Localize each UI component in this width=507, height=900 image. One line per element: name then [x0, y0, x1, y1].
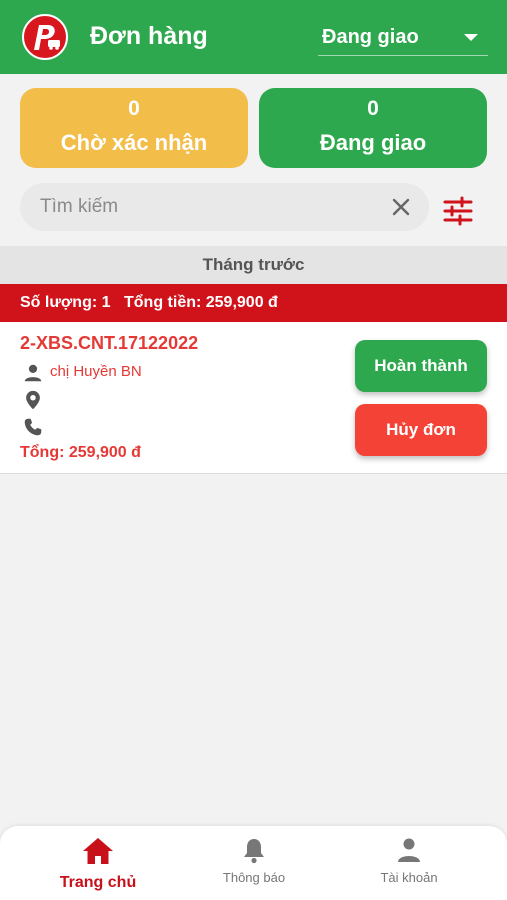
- bell-icon: [244, 839, 264, 864]
- month-section-header: Tháng trước: [0, 246, 507, 284]
- bottom-tab-bar: Trang chủ Thông báo Tài khoản: [0, 826, 507, 900]
- search-placeholder: Tìm kiếm: [40, 196, 119, 217]
- shipping-count: 0: [367, 97, 379, 120]
- tab-notifications-label: Thông báo: [222, 870, 286, 885]
- cancel-order-button[interactable]: Hủy đơn: [355, 404, 487, 456]
- tab-account[interactable]: Tài khoản: [349, 836, 469, 885]
- shipping-orders-card[interactable]: 0 Đang giao: [259, 88, 487, 168]
- customer-name: chị Huyền BN: [50, 363, 142, 380]
- filter-sliders-icon[interactable]: [442, 195, 474, 227]
- tab-notifications[interactable]: Thông báo: [194, 836, 314, 885]
- pending-orders-card[interactable]: 0 Chờ xác nhận: [20, 88, 248, 168]
- person-icon: [398, 838, 420, 862]
- chevron-down-icon: [464, 34, 478, 41]
- order-item[interactable]: 2-XBS.CNT.17122022 chị Huyền BN Tổng: 25…: [0, 322, 507, 474]
- tab-home[interactable]: Trang chủ: [38, 836, 158, 892]
- home-icon: [83, 838, 113, 864]
- order-total: Tổng: 259,900 đ: [20, 444, 141, 461]
- app-logo-icon: [22, 14, 68, 60]
- status-dropdown[interactable]: Đang giao: [318, 18, 488, 56]
- order-code: 2-XBS.CNT.17122022: [20, 333, 199, 353]
- month-label: Tháng trước: [202, 255, 305, 274]
- app-header: Đơn hàng Đang giao: [0, 0, 507, 74]
- order-quantity: Số lượng: 1: [20, 294, 111, 311]
- status-dropdown-value: Đang giao: [322, 26, 419, 48]
- tab-account-label: Tài khoản: [380, 870, 438, 885]
- pending-count: 0: [128, 97, 140, 120]
- pending-label: Chờ xác nhận: [60, 130, 208, 155]
- tab-home-label: Trang chủ: [59, 874, 137, 891]
- person-icon: [24, 364, 42, 382]
- order-total-amount: Tổng tiền: 259,900 đ: [124, 294, 278, 311]
- close-icon[interactable]: [389, 195, 413, 219]
- search-input[interactable]: Tìm kiếm: [20, 183, 429, 231]
- shipping-label: Đang giao: [319, 130, 427, 155]
- page-title: Đơn hàng: [90, 22, 208, 50]
- totals-bar: Số lượng: 1 Tổng tiền: 259,900 đ: [0, 284, 507, 322]
- location-pin-icon: [26, 390, 40, 410]
- phone-icon: [24, 418, 42, 436]
- complete-order-button[interactable]: Hoàn thành: [355, 340, 487, 392]
